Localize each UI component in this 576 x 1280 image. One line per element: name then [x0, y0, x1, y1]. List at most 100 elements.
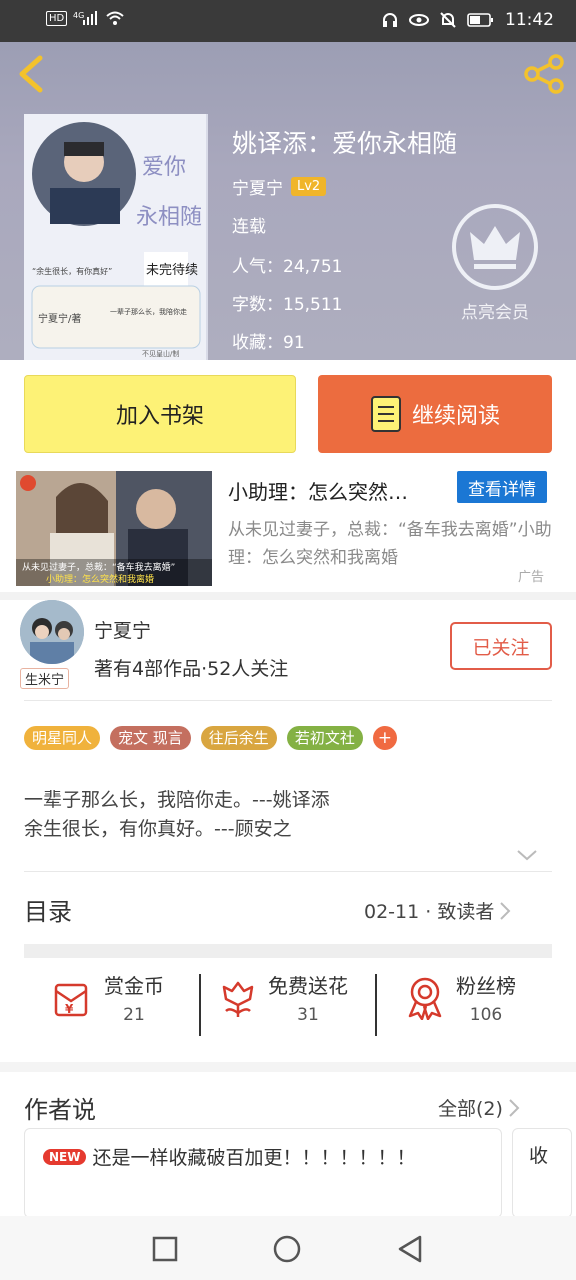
member-button[interactable]: 点亮会员	[448, 202, 542, 323]
continue-reading-label: 继续阅读	[411, 404, 500, 429]
tag-item[interactable]: 往后余生	[200, 726, 277, 750]
back-icon[interactable]	[14, 54, 48, 94]
avatar[interactable]	[20, 600, 84, 664]
crown-icon	[452, 204, 538, 290]
status-bar: HD 4G 11:42	[0, 0, 576, 42]
home-icon[interactable]	[272, 1234, 302, 1264]
intro-line: 一辈子那么长，我陪你走。---姚译添	[24, 789, 330, 811]
ad-image[interactable]: 从未见过妻子，总裁：“备车我去离婚” 小助理：怎么突然和我离婚	[16, 471, 212, 586]
hd-icon: HD	[46, 10, 68, 26]
divider	[24, 944, 552, 958]
avatar-tag: 生米宁	[20, 668, 70, 689]
status-left: HD 4G	[46, 10, 125, 26]
tag-item[interactable]: 宠文 现言	[110, 726, 191, 750]
ad-details-button[interactable]: 查看详情	[457, 471, 547, 503]
author-says-all-text: 全部(2)	[438, 1098, 503, 1120]
book-title: 姚译添：爱你永相随	[232, 129, 458, 158]
wifi-icon	[106, 11, 124, 25]
ad-title[interactable]: 小助理：怎么突然…	[228, 476, 408, 505]
system-nav-bar	[0, 1216, 576, 1280]
share-icon[interactable]	[522, 54, 566, 94]
stat-value: 21	[123, 1005, 145, 1025]
ad-caption-2: 小助理：怎么突然和我离婚	[46, 573, 154, 585]
avatar-art	[20, 600, 84, 664]
signal-icon: 4G	[73, 11, 98, 25]
toc-label[interactable]: 目录	[24, 892, 72, 927]
recents-icon[interactable]	[152, 1236, 178, 1262]
cover-footer: 不见皇山/制	[142, 349, 179, 358]
support-stats: ¥ 赏金币 21 免费送花 31 粉丝榜 106	[24, 960, 552, 1054]
level-badge: Lv2	[291, 177, 327, 196]
author-box-name[interactable]: 宁夏宁	[94, 616, 151, 643]
continue-reading-button[interactable]: 继续阅读	[318, 375, 552, 453]
cover-line2: 永相随	[136, 205, 202, 230]
cover-line1: 爱你	[142, 155, 186, 180]
author-says-all[interactable]: 全部(2)	[438, 1094, 521, 1121]
svg-text:¥: ¥	[65, 1002, 74, 1016]
back-nav-icon[interactable]	[396, 1234, 424, 1264]
author-note-text: 收	[529, 1145, 549, 1167]
cover-art: 爱你 永相随 未完待续 “余生很长，有你真好” 宁夏宁/著 一辈子那么长，我陪你…	[24, 114, 206, 360]
favorites-count: 收藏：91	[232, 333, 305, 353]
new-badge: NEW	[43, 1148, 87, 1165]
book-cover[interactable]: 爱你 永相随 未完待续 “余生很长，有你真好” 宁夏宁/著 一辈子那么长，我陪你…	[24, 114, 208, 360]
divider	[24, 700, 552, 701]
ad-banner[interactable]: 从未见过妻子，总裁：“备车我去离婚” 小助理：怎么突然和我离婚 小助理：怎么突然…	[0, 468, 576, 592]
headset-icon	[383, 13, 397, 27]
chevron-right-icon	[509, 1098, 520, 1117]
tag-item[interactable]: 若初文社	[286, 726, 363, 750]
member-label: 点亮会员	[461, 303, 529, 323]
author-says-label: 作者说	[24, 1096, 96, 1124]
author-note-text: 还是一样收藏破百加更！！！！！！！	[92, 1147, 416, 1169]
ad-image-art: 从未见过妻子，总裁：“备车我去离婚” 小助理：怎么突然和我离婚	[16, 471, 212, 586]
add-tag-button[interactable]: +	[372, 726, 397, 750]
stat-value: 31	[297, 1005, 319, 1025]
toc-latest-chapter[interactable]: 02-11 · 致读者	[364, 897, 512, 924]
ad-tag: 广告	[518, 570, 545, 585]
author-box-stats: 著有4部作品·52人关注	[94, 658, 289, 680]
divider	[0, 1062, 576, 1072]
battery-icon	[467, 13, 493, 27]
tag-list: 明星同人 宠文 现言 往后余生 若初文社 +	[24, 726, 397, 750]
fan-ranking[interactable]: 粉丝榜 106	[404, 970, 516, 1025]
cover-badge: 未完待续	[146, 263, 198, 278]
cover-quote1: “余生很长，有你真好”	[32, 266, 112, 276]
divider	[0, 592, 576, 600]
bell-muted-icon	[440, 12, 456, 28]
author-row[interactable]: 宁夏宁 Lv2	[232, 174, 327, 199]
status-time: 11:42	[505, 10, 554, 30]
add-to-shelf-button[interactable]: 加入书架	[24, 375, 296, 453]
author-name[interactable]: 宁夏宁	[232, 174, 283, 199]
svg-text:4G: 4G	[73, 11, 84, 20]
intro-line: 余生很长，有你真好。---顾安之	[24, 818, 292, 840]
eye-icon	[409, 14, 429, 26]
stat-value: 106	[469, 1005, 503, 1025]
stat-label: 粉丝榜	[456, 974, 516, 998]
stat-label: 免费送花	[268, 974, 348, 998]
book-intro: 一辈子那么长，我陪你走。---姚译添 余生很长，有你真好。---顾安之	[24, 786, 330, 844]
cover-quote2: 一辈子那么长，我陪你走	[110, 307, 187, 316]
tag-item[interactable]: 明星同人	[24, 726, 101, 750]
ad-caption-1: 从未见过妻子，总裁：“备车我去离婚”	[22, 561, 175, 573]
serial-status: 连载	[232, 217, 266, 237]
follow-button[interactable]: 已关注	[450, 622, 552, 670]
word-count: 字数：15,511	[232, 295, 343, 315]
chevron-down-icon[interactable]	[516, 848, 538, 862]
reward-coins[interactable]: ¥ 赏金币 21	[52, 970, 164, 1025]
ad-description[interactable]: 从未见过妻子，总裁：“备车我去离婚”小助理：怎么突然和我离婚	[228, 516, 558, 572]
flower-icon	[222, 981, 254, 1017]
free-flowers[interactable]: 免费送花 31	[218, 970, 348, 1025]
author-note-card[interactable]: 收	[512, 1128, 572, 1218]
book-icon	[370, 396, 401, 432]
toc-latest-text: 02-11 · 致读者	[364, 901, 495, 923]
stat-label: 赏金币	[104, 974, 164, 998]
medal-icon	[408, 977, 442, 1020]
divider	[375, 974, 377, 1036]
divider	[24, 871, 552, 872]
status-right: 11:42	[381, 10, 554, 30]
red-envelope-icon: ¥	[54, 983, 88, 1016]
author-note-card[interactable]: NEW 还是一样收藏破百加更！！！！！！！	[24, 1128, 502, 1218]
cover-author-note: 宁夏宁/著	[38, 312, 81, 325]
divider	[199, 974, 201, 1036]
chevron-right-icon	[500, 901, 511, 920]
